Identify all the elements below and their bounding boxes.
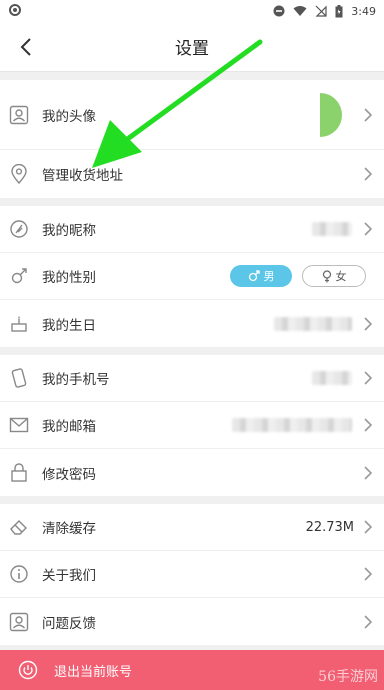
row-label: 我的手机号 [42, 372, 110, 388]
row-label: 修改密码 [42, 466, 96, 483]
settings-group-profile: 我的头像 管理收货地址 [0, 80, 384, 198]
watermark: 56手游网 [318, 669, 378, 685]
wifi-icon [293, 6, 307, 16]
no-sim-icon [315, 5, 327, 17]
back-button[interactable] [14, 35, 38, 59]
nav-bar: 设置 [0, 22, 384, 72]
row-address[interactable]: 管理收货地址 [0, 150, 384, 198]
location-pin-icon [8, 163, 30, 185]
chevron-left-icon [20, 38, 31, 56]
cache-size: 22.73M [305, 519, 354, 535]
eraser-icon [8, 516, 30, 538]
chevron-right-icon [362, 417, 374, 433]
email-value-redacted [232, 418, 352, 432]
envelope-icon [8, 414, 30, 436]
row-avatar[interactable]: 我的头像 [0, 80, 384, 150]
row-label: 我的生日 [42, 317, 96, 334]
lock-icon [8, 462, 30, 484]
chevron-right-icon [362, 614, 374, 630]
row-label: 我的邮箱 [42, 419, 96, 435]
nickname-value-redacted [312, 222, 352, 236]
gender-selector: 男 女 [230, 265, 366, 287]
phone-value-redacted [312, 371, 352, 385]
phone-icon [8, 367, 30, 389]
row-nickname[interactable]: 我的昵称 [0, 206, 384, 253]
gender-female-button[interactable]: 女 [302, 265, 366, 287]
cake-icon [8, 313, 30, 335]
settings-group-misc: 清除缓存 22.73M 关于我们 问题反馈 [0, 504, 384, 645]
row-label: 问题反馈 [42, 615, 96, 632]
feather-icon [8, 218, 30, 240]
female-symbol-icon [322, 269, 331, 282]
do-not-disturb-icon [273, 5, 285, 17]
male-symbol-icon [248, 270, 260, 282]
chevron-right-icon [362, 370, 374, 386]
settings-group-personal: 我的昵称 我的性别 男 女 我的生日 [0, 206, 384, 347]
row-about[interactable]: 关于我们 [0, 551, 384, 598]
row-email[interactable]: 我的邮箱 [0, 402, 384, 449]
row-birthday[interactable]: 我的生日 [0, 300, 384, 347]
status-time: 3:49 [351, 4, 376, 18]
row-label: 我的昵称 [42, 223, 96, 239]
row-label: 我的性别 [42, 270, 96, 286]
chevron-right-icon [362, 221, 374, 237]
battery-icon [335, 4, 343, 17]
row-clear-cache[interactable]: 清除缓存 22.73M [0, 504, 384, 551]
row-phone[interactable]: 我的手机号 [0, 355, 384, 402]
chevron-right-icon [362, 107, 374, 123]
power-icon [18, 660, 38, 680]
chevron-right-icon [362, 316, 374, 332]
row-label: 关于我们 [42, 568, 96, 584]
chevron-right-icon [362, 166, 374, 182]
birthday-value-redacted [274, 316, 352, 331]
gender-female-label: 女 [335, 270, 347, 283]
logout-label: 退出当前账号 [54, 664, 133, 680]
gender-male-label: 男 [263, 270, 275, 283]
row-label: 我的头像 [42, 108, 96, 125]
feedback-icon [8, 611, 30, 633]
chevron-right-icon [362, 465, 374, 481]
row-label: 清除缓存 [42, 521, 96, 537]
avatar [320, 92, 342, 137]
chevron-right-icon [362, 519, 374, 535]
gender-male-button[interactable]: 男 [230, 265, 292, 287]
status-bar: 3:49 [0, 0, 384, 22]
row-password[interactable]: 修改密码 [0, 449, 384, 496]
info-icon [8, 563, 30, 585]
gender-icon [8, 265, 30, 287]
app-notification-icon [9, 3, 21, 16]
page-title: 设置 [175, 39, 209, 59]
settings-group-account: 我的手机号 我的邮箱 修改密码 [0, 355, 384, 496]
avatar-icon [8, 104, 30, 126]
row-label: 管理收货地址 [42, 168, 123, 184]
row-feedback[interactable]: 问题反馈 [0, 598, 384, 645]
chevron-right-icon [362, 566, 374, 582]
row-gender: 我的性别 男 女 [0, 253, 384, 300]
